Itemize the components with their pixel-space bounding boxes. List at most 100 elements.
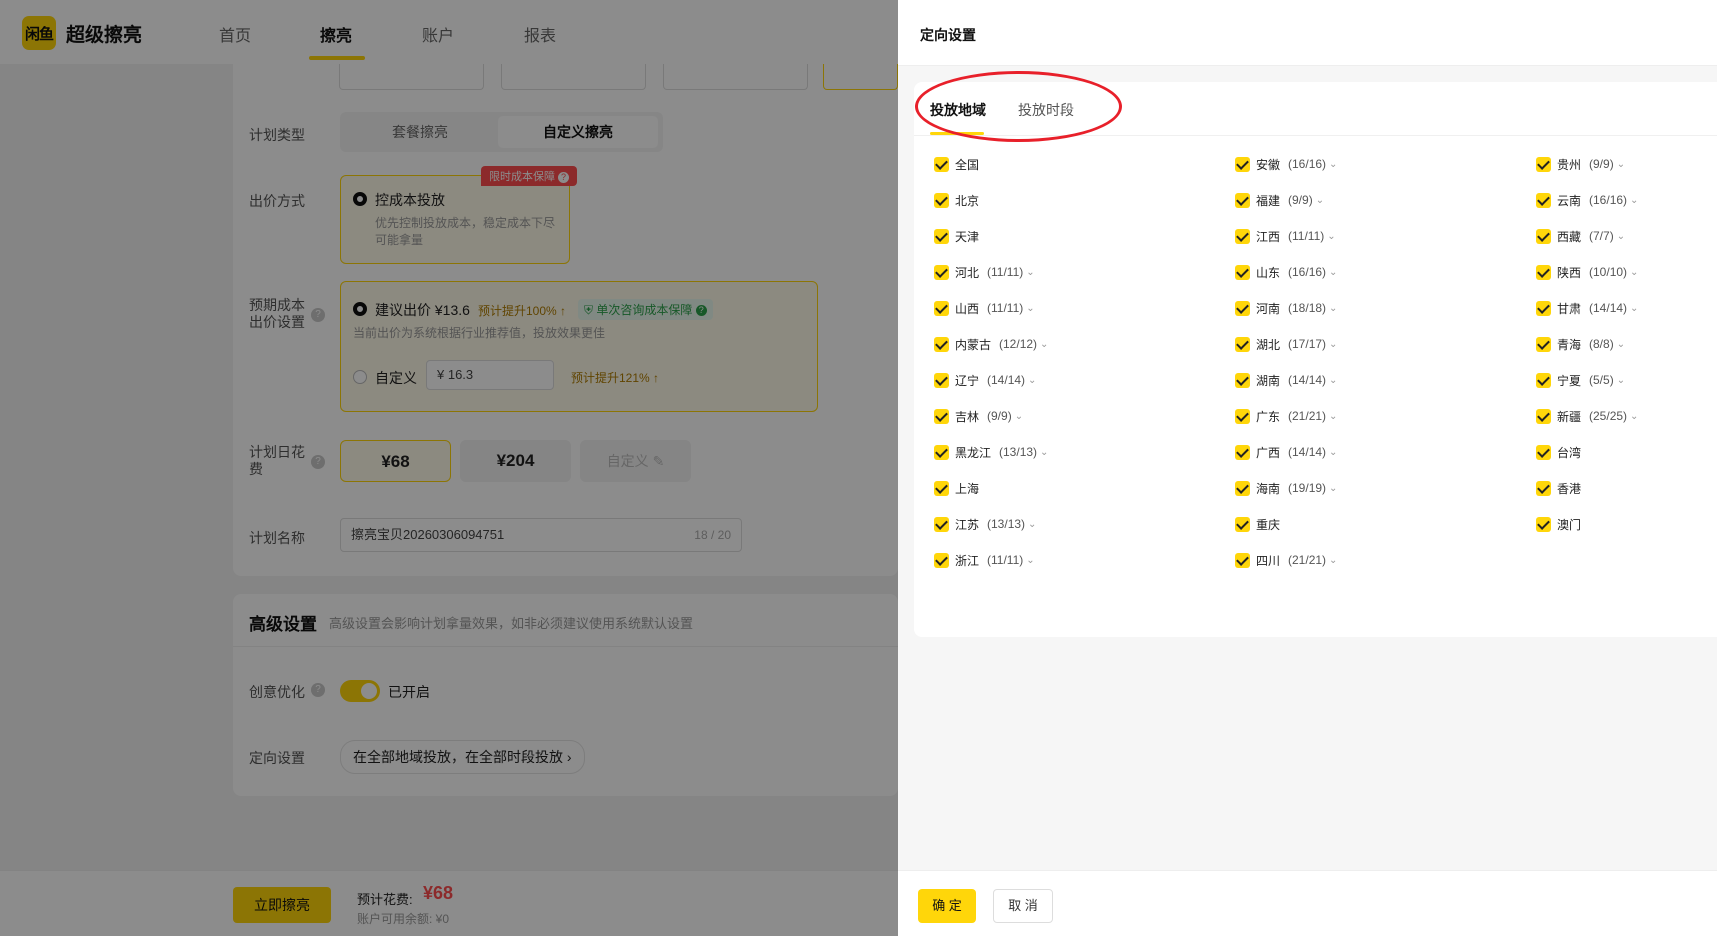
chevron-down-icon[interactable]: ⌄ [1316, 195, 1324, 206]
chevron-down-icon[interactable]: ⌄ [1040, 447, 1048, 458]
region-checkbox-item[interactable]: 台湾 [1536, 443, 1581, 461]
region-checkbox-item[interactable]: 河北 (11/11) ⌄ [934, 263, 1035, 281]
region-checkbox-item[interactable]: 广东 (21/21) ⌄ [1235, 407, 1337, 425]
region-checkbox-item[interactable]: 辽宁 (14/14) ⌄ [934, 371, 1036, 389]
checkbox-checked-icon[interactable] [934, 480, 949, 496]
chevron-down-icon[interactable]: ⌄ [1329, 267, 1337, 278]
chevron-down-icon[interactable]: ⌄ [1329, 555, 1337, 566]
chevron-down-icon[interactable]: ⌄ [1026, 303, 1034, 314]
checkbox-checked-icon[interactable] [934, 228, 949, 244]
checkbox-checked-icon[interactable] [1536, 336, 1551, 352]
chevron-down-icon[interactable]: ⌄ [1015, 411, 1023, 422]
region-checkbox-item[interactable]: 全国 [934, 155, 979, 173]
checkbox-checked-icon[interactable] [1235, 552, 1250, 568]
region-checkbox-item[interactable]: 新疆 (25/25) ⌄ [1536, 407, 1638, 425]
checkbox-checked-icon[interactable] [1235, 408, 1250, 424]
checkbox-checked-icon[interactable] [934, 444, 949, 460]
checkbox-checked-icon[interactable] [934, 372, 949, 388]
checkbox-checked-icon[interactable] [1536, 192, 1551, 208]
checkbox-checked-icon[interactable] [934, 552, 949, 568]
checkbox-checked-icon[interactable] [1536, 228, 1551, 244]
checkbox-checked-icon[interactable] [1235, 336, 1250, 352]
region-checkbox-item[interactable]: 云南 (16/16) ⌄ [1536, 191, 1638, 209]
checkbox-checked-icon[interactable] [1235, 264, 1250, 280]
region-checkbox-item[interactable]: 湖北 (17/17) ⌄ [1235, 335, 1337, 353]
region-checkbox-item[interactable]: 山东 (16/16) ⌄ [1235, 263, 1337, 281]
tab-time-period[interactable]: 投放时段 [1018, 100, 1074, 120]
checkbox-checked-icon[interactable] [1235, 228, 1250, 244]
region-checkbox-item[interactable]: 湖南 (14/14) ⌄ [1235, 371, 1337, 389]
chevron-down-icon[interactable]: ⌄ [1329, 447, 1337, 458]
checkbox-checked-icon[interactable] [1235, 156, 1250, 172]
region-checkbox-item[interactable]: 河南 (18/18) ⌄ [1235, 299, 1337, 317]
region-checkbox-item[interactable]: 福建 (9/9) ⌄ [1235, 191, 1324, 209]
checkbox-checked-icon[interactable] [1536, 408, 1551, 424]
region-checkbox-item[interactable]: 青海 (8/8) ⌄ [1536, 335, 1625, 353]
checkbox-checked-icon[interactable] [934, 336, 949, 352]
region-checkbox-item[interactable]: 西藏 (7/7) ⌄ [1536, 227, 1625, 245]
region-checkbox-item[interactable]: 内蒙古 (12/12) ⌄ [934, 335, 1048, 353]
region-checkbox-item[interactable]: 澳门 [1536, 515, 1581, 533]
region-checkbox-item[interactable]: 黑龙江 (13/13) ⌄ [934, 443, 1048, 461]
checkbox-checked-icon[interactable] [1536, 264, 1551, 280]
checkbox-checked-icon[interactable] [934, 264, 949, 280]
region-checkbox-item[interactable]: 江西 (11/11) ⌄ [1235, 227, 1336, 245]
checkbox-checked-icon[interactable] [1235, 372, 1250, 388]
region-checkbox-item[interactable]: 宁夏 (5/5) ⌄ [1536, 371, 1625, 389]
chevron-down-icon[interactable]: ⌄ [1630, 267, 1638, 278]
checkbox-checked-icon[interactable] [1235, 444, 1250, 460]
region-checkbox-item[interactable]: 北京 [934, 191, 979, 209]
checkbox-checked-icon[interactable] [1536, 480, 1551, 496]
region-checkbox-item[interactable]: 香港 [1536, 479, 1581, 497]
checkbox-checked-icon[interactable] [1536, 156, 1551, 172]
region-checkbox-item[interactable]: 甘肃 (14/14) ⌄ [1536, 299, 1638, 317]
confirm-button[interactable]: 确 定 [918, 889, 976, 923]
chevron-down-icon[interactable]: ⌄ [1329, 303, 1337, 314]
chevron-down-icon[interactable]: ⌄ [1329, 483, 1337, 494]
checkbox-checked-icon[interactable] [934, 192, 949, 208]
cancel-button[interactable]: 取 消 [993, 889, 1053, 923]
region-checkbox-item[interactable]: 天津 [934, 227, 979, 245]
checkbox-checked-icon[interactable] [1235, 480, 1250, 496]
chevron-down-icon[interactable]: ⌄ [1028, 375, 1036, 386]
region-checkbox-item[interactable]: 吉林 (9/9) ⌄ [934, 407, 1023, 425]
chevron-down-icon[interactable]: ⌄ [1617, 339, 1625, 350]
chevron-down-icon[interactable]: ⌄ [1026, 267, 1034, 278]
chevron-down-icon[interactable]: ⌄ [1617, 159, 1625, 170]
chevron-down-icon[interactable]: ⌄ [1329, 411, 1337, 422]
region-checkbox-item[interactable]: 山西 (11/11) ⌄ [934, 299, 1035, 317]
checkbox-checked-icon[interactable] [1536, 444, 1551, 460]
chevron-down-icon[interactable]: ⌄ [1630, 195, 1638, 206]
region-checkbox-item[interactable]: 安徽 (16/16) ⌄ [1235, 155, 1337, 173]
region-checkbox-item[interactable]: 贵州 (9/9) ⌄ [1536, 155, 1625, 173]
chevron-down-icon[interactable]: ⌄ [1329, 375, 1337, 386]
region-checkbox-item[interactable]: 浙江 (11/11) ⌄ [934, 551, 1035, 569]
region-checkbox-item[interactable]: 陕西 (10/10) ⌄ [1536, 263, 1638, 281]
checkbox-checked-icon[interactable] [1536, 300, 1551, 316]
chevron-down-icon[interactable]: ⌄ [1327, 231, 1335, 242]
region-checkbox-item[interactable]: 海南 (19/19) ⌄ [1235, 479, 1337, 497]
checkbox-checked-icon[interactable] [934, 408, 949, 424]
checkbox-checked-icon[interactable] [1235, 516, 1250, 532]
chevron-down-icon[interactable]: ⌄ [1617, 375, 1625, 386]
checkbox-checked-icon[interactable] [1536, 372, 1551, 388]
chevron-down-icon[interactable]: ⌄ [1329, 159, 1337, 170]
region-checkbox-item[interactable]: 江苏 (13/13) ⌄ [934, 515, 1036, 533]
chevron-down-icon[interactable]: ⌄ [1630, 411, 1638, 422]
chevron-down-icon[interactable]: ⌄ [1040, 339, 1048, 350]
tab-region[interactable]: 投放地域 [930, 100, 986, 120]
checkbox-checked-icon[interactable] [934, 516, 949, 532]
checkbox-checked-icon[interactable] [934, 156, 949, 172]
chevron-down-icon[interactable]: ⌄ [1617, 231, 1625, 242]
chevron-down-icon[interactable]: ⌄ [1329, 339, 1337, 350]
region-checkbox-item[interactable]: 重庆 [1235, 515, 1280, 533]
region-checkbox-item[interactable]: 上海 [934, 479, 979, 497]
checkbox-checked-icon[interactable] [1235, 192, 1250, 208]
chevron-down-icon[interactable]: ⌄ [1630, 303, 1638, 314]
region-checkbox-item[interactable]: 广西 (14/14) ⌄ [1235, 443, 1337, 461]
checkbox-checked-icon[interactable] [1235, 300, 1250, 316]
chevron-down-icon[interactable]: ⌄ [1028, 519, 1036, 530]
checkbox-checked-icon[interactable] [934, 300, 949, 316]
region-checkbox-item[interactable]: 四川 (21/21) ⌄ [1235, 551, 1337, 569]
chevron-down-icon[interactable]: ⌄ [1026, 555, 1034, 566]
